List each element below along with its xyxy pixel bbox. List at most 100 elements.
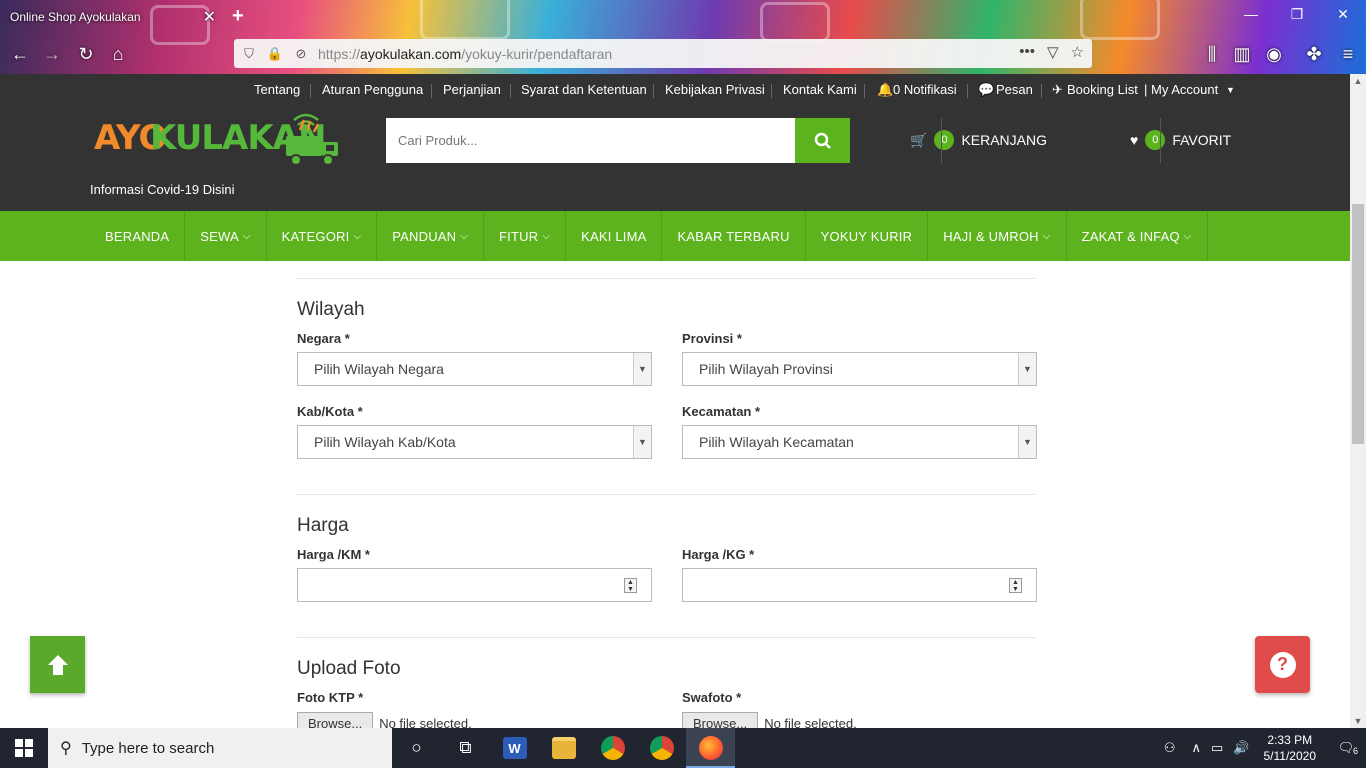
link-pesan[interactable]: Pesan [996, 82, 1033, 97]
nav-label: KAKI LIMA [581, 228, 647, 244]
kecamatan-selected-value: Pilih Wilayah Kecamatan [699, 434, 854, 450]
section-title-upload: Upload Foto [297, 658, 401, 679]
more-icon[interactable]: ••• [1019, 43, 1035, 61]
search-input[interactable] [386, 118, 796, 163]
taskbar-search[interactable]: ⚲ Type here to search [48, 728, 392, 768]
nav-yokuy-kurir[interactable]: YOKUY KURIR [806, 211, 929, 261]
number-stepper[interactable]: ▲ ▼ [1009, 578, 1022, 593]
nav-beranda[interactable]: BERANDA [90, 211, 186, 261]
nav-label: PANDUAN [392, 228, 457, 244]
help-button[interactable]: ? [1255, 636, 1310, 693]
chrome-app-icon-2[interactable] [637, 728, 686, 768]
start-button[interactable] [0, 728, 48, 768]
browse-button[interactable]: Browse... [682, 712, 759, 728]
word-app-icon[interactable]: W [490, 728, 539, 768]
caret-down-icon[interactable]: ▼ [1226, 85, 1235, 95]
nav-label: FITUR [499, 228, 539, 244]
home-icon[interactable]: ⌂ [106, 43, 130, 65]
search-icon: ⚲ [60, 740, 72, 757]
action-center-icon[interactable]: 🗨 6 [1326, 740, 1366, 756]
divider [1160, 118, 1161, 163]
harga-km-input[interactable]: ▲ ▼ [297, 568, 652, 602]
volume-icon[interactable]: 🔊 [1233, 740, 1249, 756]
network-icon[interactable]: ▭ [1211, 740, 1223, 756]
link-tentang[interactable]: Tentang [254, 82, 300, 97]
nav-panduan[interactable]: PANDUAN ⌵ [377, 211, 485, 261]
cortana-icon[interactable]: ○ [392, 728, 441, 768]
reload-icon[interactable]: ↻ [74, 43, 98, 65]
chrome-app-icon[interactable] [588, 728, 637, 768]
covid-info-link[interactable]: Informasi Covid-19 Disini [90, 182, 235, 197]
people-icon[interactable]: ⚇ [1164, 740, 1176, 756]
address-bar[interactable]: ⛉ 🔒 ⊘ https://ayokulakan.com/yokuy-kurir… [234, 39, 1092, 68]
link-perjanjian[interactable]: Perjanjian [443, 82, 501, 97]
favorites-button[interactable]: ♥ 0 FAVORIT [1130, 130, 1231, 150]
clock[interactable]: 2:33 PM 5/11/2020 [1254, 732, 1327, 764]
library-icon[interactable]: ⫼ [1200, 43, 1224, 65]
account-icon[interactable]: ◉ [1262, 43, 1286, 65]
number-stepper[interactable]: ▲ ▼ [624, 578, 637, 593]
bell-icon: 🔔 [877, 82, 894, 97]
negara-select[interactable]: Pilih Wilayah Negara ▼ [297, 352, 652, 386]
link-kebijakan[interactable]: Kebijakan Privasi [665, 82, 765, 97]
file-explorer-icon[interactable] [539, 728, 588, 768]
provinsi-label: Provinsi * [682, 331, 742, 346]
nav-haji-umroh[interactable]: HAJI & UMROH ⌵ [928, 211, 1067, 261]
shield-icon[interactable]: ⛉ [238, 46, 260, 62]
forward-icon[interactable]: → [40, 43, 64, 65]
browser-tab[interactable]: Online Shop Ayokulakan ✕ [0, 0, 222, 34]
nav-sewa[interactable]: SEWA ⌵ [185, 211, 267, 261]
link-kontak[interactable]: Kontak Kami [783, 82, 857, 97]
scroll-to-top-button[interactable] [30, 636, 85, 693]
browse-button[interactable]: Browse... [297, 712, 374, 728]
extensions-icon[interactable]: ✤ [1302, 43, 1326, 65]
site-logo[interactable]: AYO KULAKAN [94, 110, 344, 170]
swafoto-file-input[interactable]: Browse... No file selected. [682, 712, 857, 728]
chevron-up-icon[interactable]: ∧ [1192, 740, 1202, 756]
ktp-file-input[interactable]: Browse... No file selected. [297, 712, 472, 728]
lock-icon[interactable]: 🔒 [264, 46, 286, 62]
nav-kaki-lima[interactable]: KAKI LIMA [566, 211, 663, 261]
nav-label: SEWA [200, 228, 239, 244]
arrow-up-icon [47, 654, 68, 675]
site-header: Tentang Aturan Pengguna Perjanjian Syara… [0, 74, 1366, 211]
bookmark-star-icon[interactable]: ☆ [1071, 43, 1084, 61]
tracking-icon[interactable]: ⊘ [290, 46, 312, 62]
minimize-icon[interactable]: — [1236, 6, 1266, 22]
provinsi-select[interactable]: Pilih Wilayah Provinsi ▼ [682, 352, 1037, 386]
link-aturan-pengguna[interactable]: Aturan Pengguna [322, 82, 423, 97]
close-tab-icon[interactable]: ✕ [203, 7, 216, 27]
link-booking-list[interactable]: Booking List [1067, 82, 1138, 97]
nav-zakat-infaq[interactable]: ZAKAT & INFAQ ⌵ [1067, 211, 1208, 261]
back-icon[interactable]: ← [8, 43, 32, 65]
nav-kategori[interactable]: KATEGORI ⌵ [267, 211, 378, 261]
kabkota-select[interactable]: Pilih Wilayah Kab/Kota ▼ [297, 425, 652, 459]
page-scrollbar[interactable]: ▲ ▼ [1350, 74, 1366, 728]
harga-kg-input[interactable]: ▲ ▼ [682, 568, 1037, 602]
restore-icon[interactable]: ❐ [1282, 6, 1312, 23]
scrollbar-thumb[interactable] [1352, 204, 1364, 444]
nav-label: YOKUY KURIR [820, 228, 913, 244]
close-window-icon[interactable]: ✕ [1328, 6, 1358, 23]
browser-toolbar: ← → ↻ ⌂ ⛉ 🔒 ⊘ https://ayokulakan.com/yok… [0, 36, 1366, 72]
link-syarat[interactable]: Syarat dan Ketentuan [521, 82, 647, 97]
pocket-icon[interactable]: ▽ [1047, 43, 1059, 61]
scroll-up-icon[interactable]: ▲ [1350, 76, 1366, 86]
cart-button[interactable]: 🛒 0 KERANJANG [910, 130, 1047, 150]
fav-count-badge: 0 [1145, 130, 1166, 150]
menu-icon[interactable]: ≡ [1336, 43, 1360, 65]
link-notifikasi[interactable]: 0 Notifikasi [893, 82, 957, 97]
sidebar-icon[interactable]: ▥ [1230, 43, 1254, 65]
firefox-app-icon[interactable] [686, 728, 735, 768]
chevron-down-icon: ⌵ [353, 230, 362, 242]
scroll-down-icon[interactable]: ▼ [1350, 716, 1366, 726]
negara-selected-value: Pilih Wilayah Negara [314, 361, 444, 377]
task-view-icon[interactable]: ⧉ [441, 728, 490, 768]
nav-fitur[interactable]: FITUR ⌵ [484, 211, 567, 261]
link-my-account[interactable]: | My Account [1144, 82, 1218, 97]
kecamatan-select[interactable]: Pilih Wilayah Kecamatan ▼ [682, 425, 1037, 459]
nav-kabar-terbaru[interactable]: KABAR TERBARU [662, 211, 806, 261]
chevron-down-icon: ⌵ [1042, 230, 1051, 242]
search-button[interactable] [795, 118, 850, 163]
new-tab-icon[interactable]: + [232, 5, 244, 28]
